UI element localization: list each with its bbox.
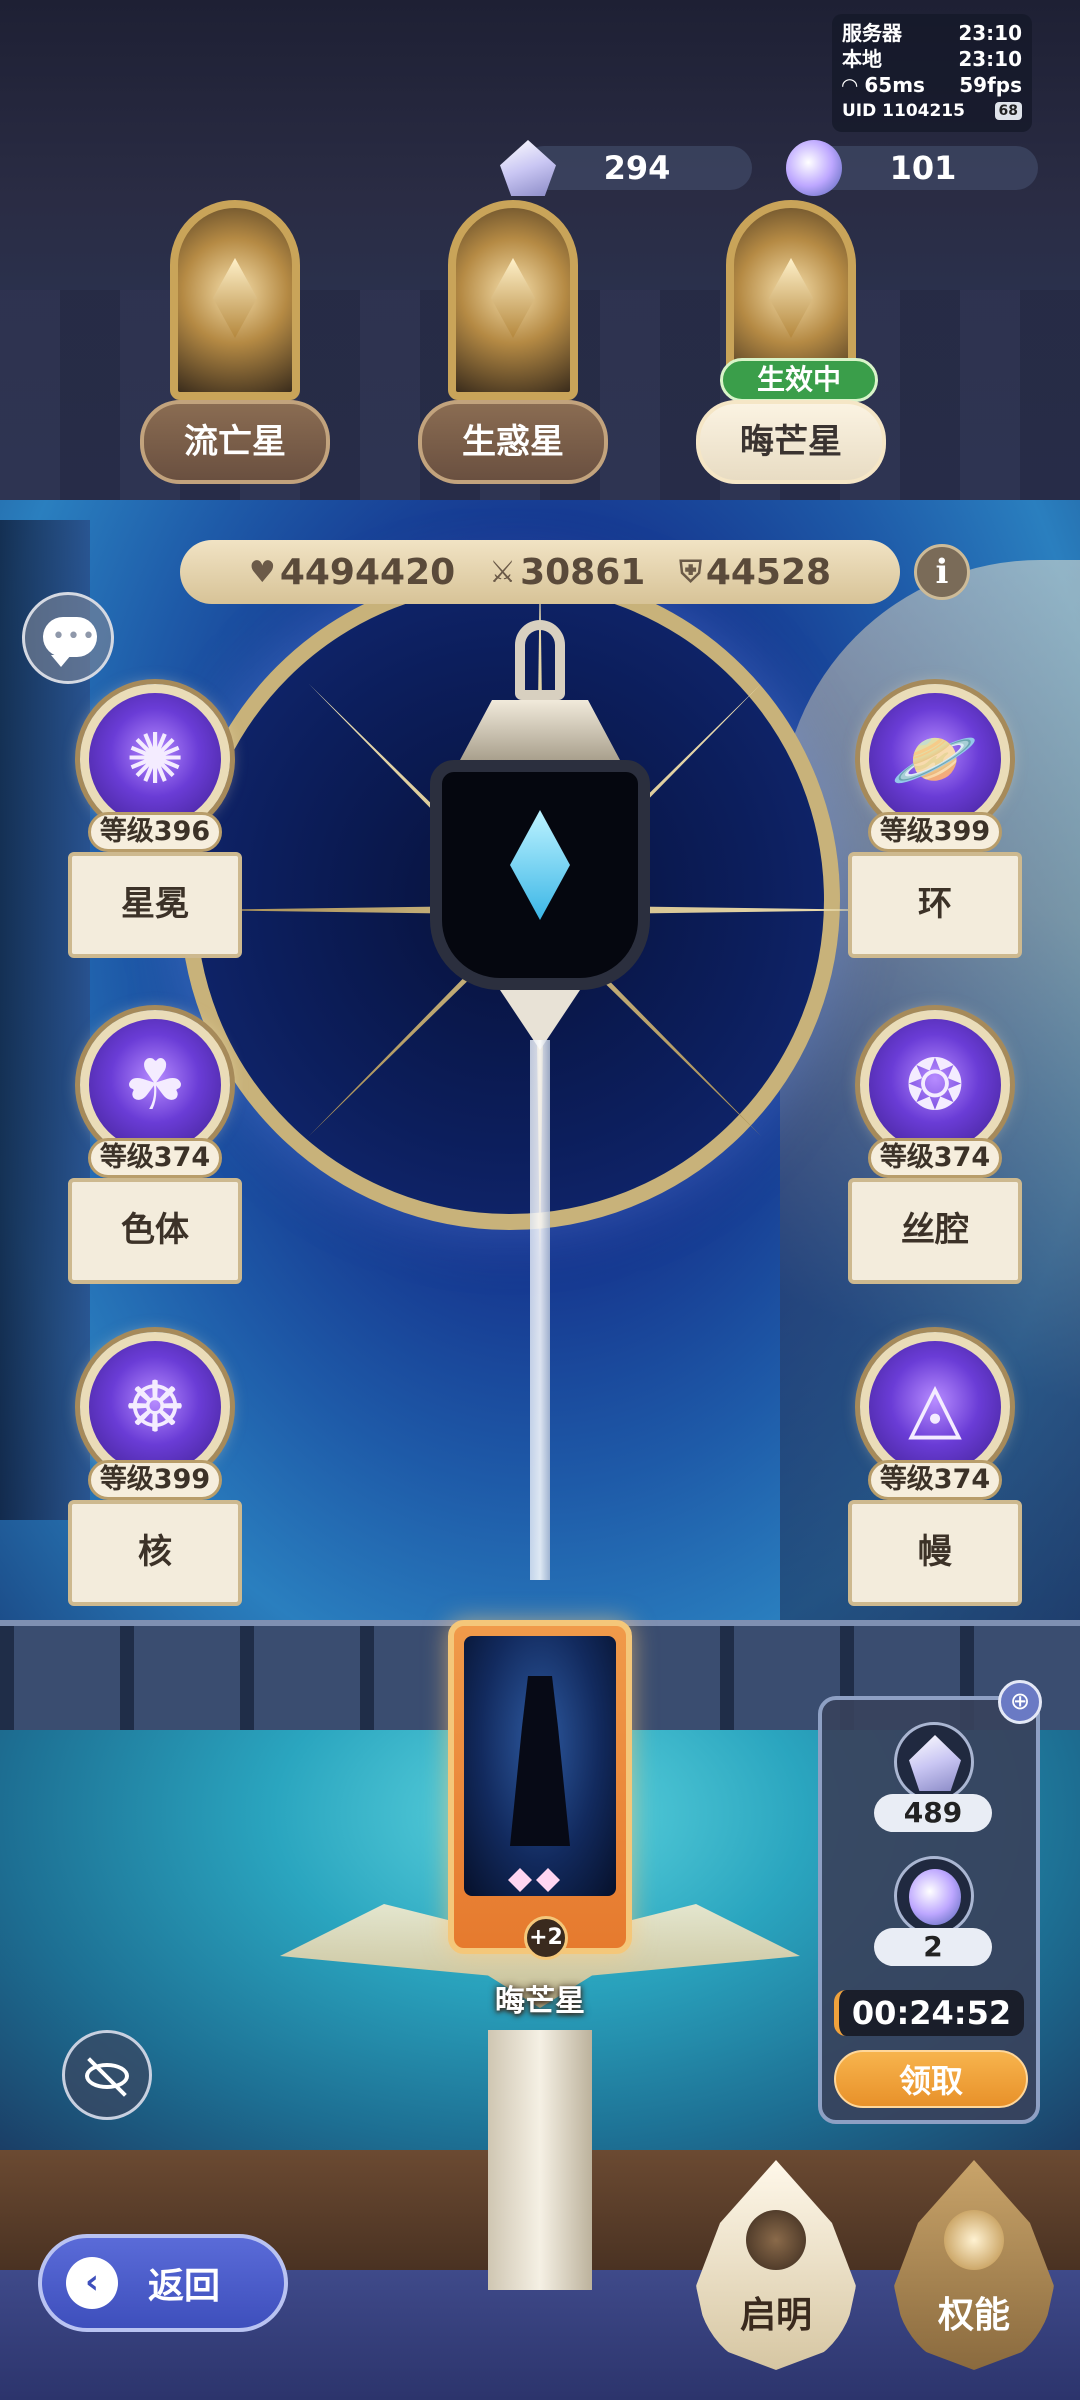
node-level: 等级399 bbox=[88, 1460, 222, 1500]
node-level: 等级399 bbox=[868, 812, 1002, 852]
star-tab-label: 晦芒星 bbox=[696, 400, 886, 484]
bewilder-star-crest-icon bbox=[448, 200, 578, 400]
node-name: 色体 bbox=[68, 1178, 242, 1284]
def-value: 44528 bbox=[705, 551, 832, 593]
gem-icon bbox=[536, 1868, 560, 1892]
star-tab-obscure[interactable]: 生效中 晦芒星 bbox=[696, 200, 886, 490]
light-beam bbox=[530, 1040, 550, 1580]
lantern-ring bbox=[515, 620, 565, 700]
reward-crystal[interactable] bbox=[894, 1722, 974, 1802]
heart-icon: ♥ bbox=[248, 554, 276, 590]
atk-value: 30861 bbox=[520, 551, 646, 593]
enlighten-button[interactable]: 启明 bbox=[696, 2160, 856, 2370]
node-core[interactable]: ☸ 等级399 核 bbox=[50, 1332, 250, 1622]
crystal-icon bbox=[909, 1735, 961, 1791]
crystal-amount: 294 bbox=[603, 149, 671, 187]
node-mantle[interactable]: ◬ 等级374 幔 bbox=[830, 1332, 1030, 1622]
server-label: 服务器 bbox=[842, 21, 902, 45]
node-ring[interactable]: 🪐 等级399 环 bbox=[830, 684, 1030, 974]
stats-bar: ♥ 4494420 ⚔ 30861 ⛨ 44528 bbox=[180, 540, 900, 604]
card-rank-gems bbox=[508, 1868, 588, 1892]
authority-button[interactable]: 权能 bbox=[894, 2160, 1054, 2370]
enlighten-label: 启明 bbox=[739, 2295, 812, 2336]
node-level: 等级374 bbox=[868, 1138, 1002, 1178]
node-name: 星冕 bbox=[68, 852, 242, 958]
hp-stat: ♥ 4494420 bbox=[249, 552, 455, 593]
wifi-icon: ◠ bbox=[842, 73, 858, 97]
currency-orb[interactable]: 101 bbox=[786, 140, 1038, 196]
node-chromosome[interactable]: ☘ 等级374 色体 bbox=[50, 1010, 250, 1300]
orb-icon bbox=[909, 1869, 961, 1925]
fps-readout: 59fps bbox=[959, 73, 1022, 97]
telescope-icon bbox=[746, 2210, 806, 2270]
claim-button[interactable]: 领取 bbox=[834, 2050, 1028, 2108]
local-time: 23:10 bbox=[958, 47, 1022, 71]
chat-bubble-icon: ••• bbox=[43, 617, 97, 667]
orb-icon bbox=[786, 140, 842, 196]
card-art bbox=[464, 1636, 616, 1896]
atk-stat: ⚔ 30861 bbox=[489, 552, 645, 593]
lantern-cap bbox=[460, 700, 620, 760]
back-button[interactable]: ‹ 返回 bbox=[38, 2234, 288, 2332]
star-tab-label: 流亡星 bbox=[140, 400, 330, 484]
planet-icon bbox=[944, 2210, 1004, 2270]
back-label: 返回 bbox=[148, 2266, 221, 2307]
zoom-in-icon[interactable]: ⊕ bbox=[998, 1680, 1042, 1724]
reward-count: 489 bbox=[874, 1794, 992, 1832]
reward-timer: 00:24:52 bbox=[834, 1990, 1024, 2036]
reward-orb[interactable] bbox=[894, 1856, 974, 1936]
node-silk-cavity[interactable]: ❂ 等级374 丝腔 bbox=[830, 1010, 1030, 1300]
hide-ui-button[interactable] bbox=[62, 2030, 152, 2120]
currency-crystal[interactable]: 294 bbox=[500, 140, 752, 196]
active-badge: 生效中 bbox=[720, 358, 878, 402]
orb-amount: 101 bbox=[889, 149, 957, 187]
lantern-emblem bbox=[420, 620, 660, 1050]
node-name: 幔 bbox=[848, 1500, 1022, 1606]
star-card[interactable]: +2 bbox=[448, 1620, 632, 1960]
def-stat: ⛨ 44528 bbox=[679, 552, 831, 593]
reward-count: 2 bbox=[874, 1928, 992, 1966]
node-level: 等级374 bbox=[868, 1460, 1002, 1500]
chat-button[interactable]: ••• bbox=[22, 592, 114, 684]
uid-label: UID 1104215 bbox=[842, 101, 965, 121]
authority-label: 权能 bbox=[937, 2295, 1010, 2336]
pedestal bbox=[488, 2030, 592, 2290]
star-tab-exile[interactable]: 流亡星 bbox=[140, 200, 330, 490]
card-upgrade-badge: +2 bbox=[524, 1916, 568, 1960]
gem-icon bbox=[508, 1868, 532, 1892]
star-tab-label: 生惑星 bbox=[418, 400, 608, 484]
card-name: 晦芒星 bbox=[495, 1984, 585, 2019]
server-time: 23:10 bbox=[958, 21, 1022, 45]
hooded-figure-icon bbox=[510, 1676, 570, 1846]
shield-icon: ⛨ bbox=[679, 554, 702, 590]
node-star-corona[interactable]: ✺ 等级396 星冕 bbox=[50, 684, 250, 974]
battery-icon: 68 bbox=[994, 102, 1022, 120]
node-level: 等级396 bbox=[88, 812, 222, 852]
device-status-panel: 服务器 23:10 本地 23:10 ◠ 65ms 59fps UID 1104… bbox=[832, 14, 1032, 132]
info-button[interactable]: i bbox=[914, 544, 970, 600]
crossed-swords-icon: ⚔ bbox=[489, 554, 517, 590]
chevron-left-icon: ‹ bbox=[66, 2257, 118, 2309]
node-name: 环 bbox=[848, 852, 1022, 958]
hp-value: 4494420 bbox=[279, 551, 456, 593]
node-name: 丝腔 bbox=[848, 1178, 1022, 1284]
local-label: 本地 bbox=[842, 47, 882, 71]
exile-star-crest-icon bbox=[170, 200, 300, 400]
star-tab-bewilder[interactable]: 生惑星 bbox=[418, 200, 608, 490]
idle-reward-panel: 489 2 00:24:52 领取 bbox=[818, 1696, 1040, 2124]
node-level: 等级374 bbox=[88, 1138, 222, 1178]
node-name: 核 bbox=[68, 1500, 242, 1606]
ping-readout: ◠ 65ms bbox=[842, 73, 925, 97]
